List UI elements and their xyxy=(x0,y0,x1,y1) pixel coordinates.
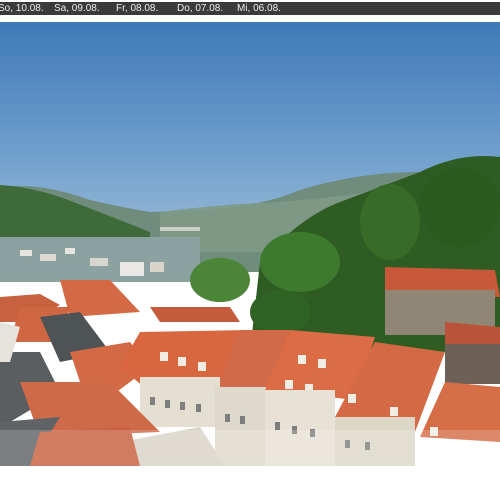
webcam-viewer: So, 10.08. Sa, 09.08. Fr, 08.08. Do, 07.… xyxy=(0,0,500,500)
date-tab-5[interactable]: Mi, 06.08. xyxy=(237,2,297,15)
image-bottom-overlay xyxy=(0,430,500,466)
date-tab-3[interactable]: Fr, 08.08. xyxy=(116,2,177,15)
webcam-image[interactable] xyxy=(0,22,500,466)
roof-left-2 xyxy=(60,280,140,317)
date-tab-4[interactable]: Do, 07.08. xyxy=(177,2,237,15)
date-tab-1[interactable]: So, 10.08. xyxy=(0,2,54,15)
date-tab-2[interactable]: Sa, 09.08. xyxy=(54,2,116,15)
town-panorama-image xyxy=(0,22,500,466)
date-selector-bar: So, 10.08. Sa, 09.08. Fr, 08.08. Do, 07.… xyxy=(0,2,500,15)
